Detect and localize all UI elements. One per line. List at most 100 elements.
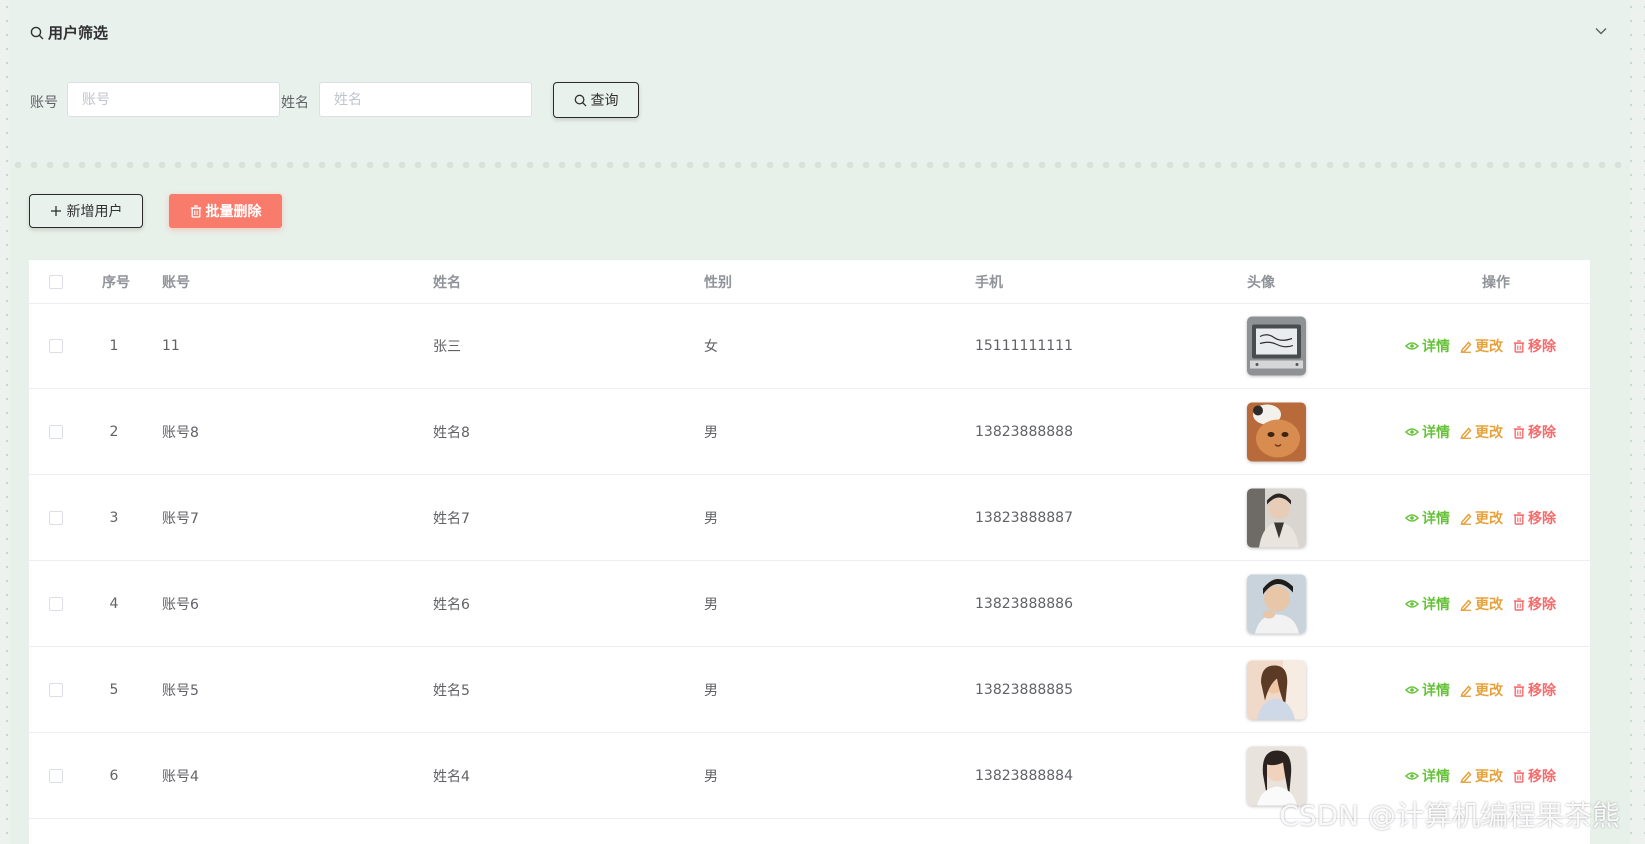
row-actions: 详情 更改 移除: [1405, 594, 1556, 614]
remove-button[interactable]: 移除: [1513, 766, 1556, 786]
row-name: 姓名8: [433, 425, 470, 441]
row-checkbox[interactable]: [49, 597, 63, 611]
header-name: 姓名: [433, 275, 461, 291]
row-account: 账号6: [162, 597, 199, 613]
avatar-image-person[interactable]: [1247, 488, 1306, 548]
pencil-icon: [1460, 340, 1472, 353]
row-account: 账号7: [162, 511, 199, 527]
row-phone: 13823888885: [975, 682, 1073, 698]
detail-button[interactable]: 详情: [1405, 594, 1450, 614]
edit-label: 更改: [1475, 683, 1503, 699]
search-icon: [30, 26, 44, 39]
eye-icon: [1405, 514, 1419, 522]
select-all-checkbox[interactable]: [49, 275, 63, 289]
trash-icon: [1513, 769, 1525, 783]
query-button-label: 查询: [590, 92, 619, 108]
query-button[interactable]: 查询: [553, 82, 639, 118]
remove-label: 移除: [1528, 511, 1556, 527]
table-row: 5 账号5 姓名5 男 13823888885 详情 更改 移除: [29, 648, 1590, 733]
row-account: 账号8: [162, 425, 199, 441]
remove-label: 移除: [1528, 683, 1556, 699]
row-phone: 13823888886: [975, 596, 1073, 612]
row-checkbox[interactable]: [49, 339, 63, 353]
row-gender: 男: [704, 597, 718, 613]
header-gender: 性别: [704, 275, 732, 291]
row-account: 账号5: [162, 683, 199, 699]
header-actions: 操作: [1482, 275, 1510, 291]
detail-label: 详情: [1422, 425, 1450, 441]
row-index: 5: [109, 682, 119, 698]
detail-label: 详情: [1422, 511, 1450, 527]
detail-button[interactable]: 详情: [1405, 422, 1450, 442]
row-actions: 详情 更改 移除: [1405, 422, 1556, 442]
detail-button[interactable]: 详情: [1405, 680, 1450, 700]
remove-button[interactable]: 移除: [1513, 594, 1556, 614]
row-gender: 男: [704, 511, 718, 527]
row-index: 4: [109, 596, 119, 612]
detail-button[interactable]: 详情: [1405, 336, 1450, 356]
account-label: 账号: [30, 95, 58, 111]
detail-label: 详情: [1422, 339, 1450, 355]
row-checkbox[interactable]: [49, 425, 63, 439]
pencil-icon: [1460, 684, 1472, 697]
edit-label: 更改: [1475, 597, 1503, 613]
trash-icon: [1513, 339, 1525, 353]
remove-button[interactable]: 移除: [1513, 680, 1556, 700]
row-index: 6: [109, 768, 119, 784]
detail-label: 详情: [1422, 769, 1450, 785]
edit-button[interactable]: 更改: [1460, 594, 1503, 614]
row-checkbox[interactable]: [49, 683, 63, 697]
row-actions: 详情 更改 移除: [1405, 508, 1556, 528]
edit-button[interactable]: 更改: [1460, 422, 1503, 442]
name-input[interactable]: [319, 82, 532, 117]
detail-button[interactable]: 详情: [1405, 508, 1450, 528]
remove-button[interactable]: 移除: [1513, 508, 1556, 528]
edit-label: 更改: [1475, 511, 1503, 527]
watermark: CSDN @计算机编程果茶熊: [1279, 799, 1620, 832]
row-actions: 详情 更改 移除: [1405, 336, 1556, 356]
row-actions: 详情 更改 移除: [1405, 680, 1556, 700]
remove-button[interactable]: 移除: [1513, 336, 1556, 356]
row-checkbox[interactable]: [49, 511, 63, 525]
edit-button[interactable]: 更改: [1460, 336, 1503, 356]
row-name: 姓名7: [433, 511, 470, 527]
detail-label: 详情: [1422, 683, 1450, 699]
remove-label: 移除: [1528, 339, 1556, 355]
batch-delete-button[interactable]: 批量删除: [169, 194, 282, 228]
table-header: 序号 账号 姓名 性别 手机 头像 操作: [29, 260, 1590, 304]
account-input[interactable]: [67, 82, 280, 117]
row-phone: 13823888887: [975, 510, 1073, 526]
add-user-label: 新增用户: [66, 203, 123, 219]
edit-button[interactable]: 更改: [1460, 680, 1503, 700]
divider: [10, 160, 1630, 170]
edit-label: 更改: [1475, 339, 1503, 355]
avatar-image-cat[interactable]: [1247, 402, 1306, 462]
plus-icon: [50, 206, 61, 216]
row-actions: 详情 更改 移除: [1405, 766, 1556, 786]
row-gender: 女: [704, 339, 718, 355]
remove-button[interactable]: 移除: [1513, 422, 1556, 442]
remove-label: 移除: [1528, 425, 1556, 441]
pencil-icon: [1460, 598, 1472, 611]
row-name: 姓名6: [433, 597, 470, 613]
header-phone: 手机: [975, 275, 1003, 291]
row-phone: 15111111111: [975, 338, 1073, 354]
edit-button[interactable]: 更改: [1460, 766, 1503, 786]
avatar-image-person[interactable]: [1247, 660, 1306, 720]
trash-icon: [190, 204, 201, 218]
add-user-button[interactable]: 新增用户: [29, 194, 143, 228]
edit-button[interactable]: 更改: [1460, 508, 1503, 528]
row-name: 张三: [433, 339, 461, 355]
trash-icon: [1513, 683, 1525, 697]
row-account: 账号4: [162, 769, 199, 785]
detail-button[interactable]: 详情: [1405, 766, 1450, 786]
avatar-image-person[interactable]: [1247, 574, 1306, 634]
table-row: 1 11 张三 女 15111111111 详情 更改 移除: [29, 304, 1590, 389]
remove-label: 移除: [1528, 769, 1556, 785]
chevron-down-icon[interactable]: [1594, 24, 1608, 38]
trash-icon: [1513, 597, 1525, 611]
remove-label: 移除: [1528, 597, 1556, 613]
row-checkbox[interactable]: [49, 769, 63, 783]
pencil-icon: [1460, 512, 1472, 525]
avatar-image-study-desk[interactable]: [1247, 316, 1306, 376]
